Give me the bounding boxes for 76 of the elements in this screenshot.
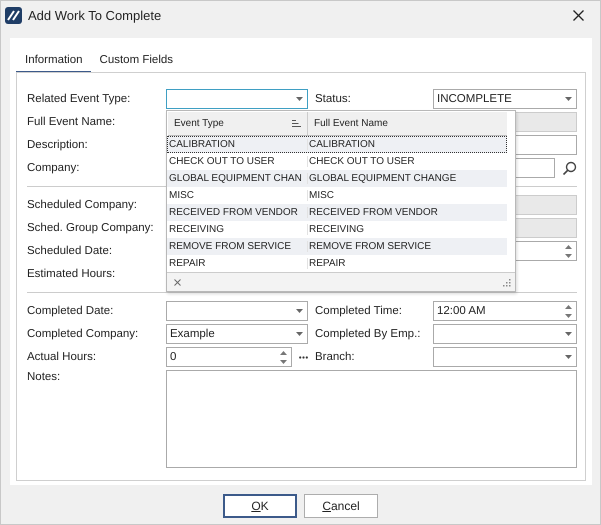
close-icon[interactable] (573, 10, 584, 20)
field-value: 0 (170, 351, 176, 363)
list-cell-text: REMOVE FROM SERVICE (308, 241, 432, 252)
dropdown-field[interactable]: INCOMPLETE (433, 89, 577, 109)
dropdown-field[interactable] (433, 347, 577, 367)
list-cell: RECEIVED FROM VENDOR (168, 207, 308, 218)
tab[interactable]: Custom Fields (90, 51, 182, 73)
clear-icon[interactable] (174, 278, 181, 286)
field-value: INCOMPLETE (437, 93, 512, 105)
field-label: Completed Company: (27, 327, 140, 342)
list-cell-text: CHECK OUT TO USER (308, 156, 416, 167)
field-label: Actual Hours: (27, 350, 98, 365)
search-icon[interactable] (562, 160, 577, 176)
field-label: Full Event Name: (27, 115, 116, 130)
notes-field[interactable] (166, 370, 577, 468)
list-cell-text: MISC (308, 190, 335, 201)
tab[interactable]: Information (16, 51, 91, 73)
list-row[interactable]: MISC MISC (167, 187, 507, 204)
field-label: Description: (27, 138, 89, 153)
caret-icon (565, 97, 572, 101)
spinner-arrows-icon[interactable] (280, 350, 287, 364)
spinner-arrows-icon[interactable] (565, 244, 572, 258)
dialog-button[interactable]: OK (223, 494, 297, 518)
field-value: 12:00 AM (437, 305, 486, 317)
field-label: Related Event Type: (27, 92, 132, 107)
caret-icon (296, 309, 303, 313)
dropdown-field[interactable] (166, 89, 308, 109)
list-row[interactable]: REMOVE FROM SERVICE REMOVE FROM SERVICE (167, 238, 507, 255)
list-cell: RECEIVING (168, 224, 308, 235)
caret-icon (296, 97, 303, 101)
dropdown-field[interactable] (166, 301, 308, 321)
list-cell-text: GLOBAL EQUIPMENT CHANGE (308, 173, 458, 184)
list-cell: CALIBRATION (168, 139, 308, 150)
caret-icon (296, 332, 303, 336)
list-cell: REPAIR (168, 258, 308, 269)
list-cell-text: REPAIR (308, 258, 346, 269)
field-value: Example (170, 328, 215, 340)
caret-icon (565, 355, 572, 359)
list-cell-text: CALIBRATION (308, 139, 376, 150)
more-icon[interactable] (299, 356, 308, 358)
list-row[interactable]: CALIBRATION CALIBRATION (167, 136, 507, 153)
caret-icon (565, 332, 572, 336)
field-label: Notes: (27, 370, 62, 385)
column-header[interactable]: Full Event Name (308, 112, 507, 135)
field-label: Scheduled Date: (27, 244, 114, 259)
field-label: Completed Time: (314, 304, 403, 319)
field-label: Status: (314, 92, 352, 107)
list-row[interactable]: GLOBAL EQUIPMENT CHAN GLOBAL EQUIPMENT CHANGE (167, 170, 507, 187)
field-label: Company: (27, 161, 80, 176)
list-row[interactable]: CHECK OUT TO USER CHECK OUT TO USER (167, 153, 507, 170)
column-header[interactable]: Event Type (168, 112, 308, 135)
list-cell: CHECK OUT TO USER (168, 156, 308, 167)
list-cell: MISC (168, 190, 308, 201)
list-cell: REMOVE FROM SERVICE (168, 241, 308, 252)
spin-field[interactable]: 0 (166, 347, 292, 367)
list-row[interactable]: REPAIR REPAIR (167, 255, 507, 272)
list-cell-text: RECEIVING (308, 224, 366, 235)
list-row[interactable]: RECEIVED FROM VENDOR RECEIVED FROM VENDOR (167, 204, 507, 221)
list-row[interactable]: RECEIVING RECEIVING (167, 221, 507, 238)
list-cell-text: RECEIVED FROM VENDOR (308, 207, 439, 218)
field-label: Completed By Emp.: (314, 327, 422, 342)
sort-icon (292, 120, 301, 127)
field-label: Estimated Hours: (27, 267, 116, 282)
dropdown-field[interactable] (433, 324, 577, 344)
field-label: Completed Date: (27, 304, 114, 319)
field-label: Scheduled Company: (27, 198, 138, 213)
resize-grip-icon[interactable] (502, 278, 511, 286)
dialog-button[interactable]: Cancel (304, 494, 378, 518)
dropdown-field[interactable]: Example (166, 324, 308, 344)
spin-field[interactable]: 12:00 AM (433, 301, 577, 321)
list-cell: GLOBAL EQUIPMENT CHAN (168, 173, 308, 184)
field-label: Sched. Group Company: (27, 221, 155, 236)
app-logo-icon (5, 6, 22, 24)
spinner-arrows-icon[interactable] (565, 304, 572, 318)
field-label: Branch: (314, 350, 356, 365)
window-title: Add Work To Complete (28, 8, 162, 22)
